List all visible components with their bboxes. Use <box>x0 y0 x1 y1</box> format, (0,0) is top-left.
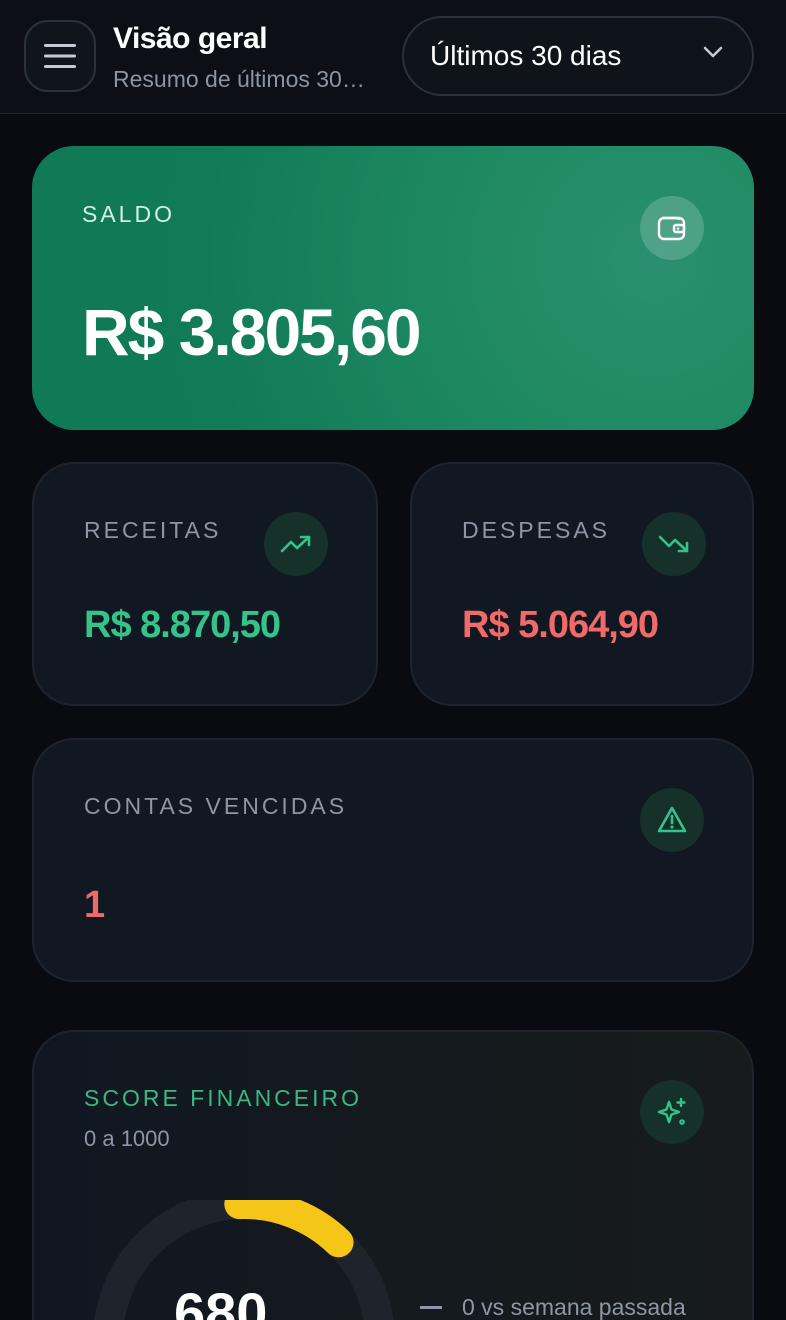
page-title: Visão geral <box>113 22 268 55</box>
neutral-dash-icon <box>420 1306 442 1309</box>
trending-down-icon <box>658 535 689 553</box>
period-select-value: Últimos 30 dias <box>430 40 622 71</box>
overdue-count: 1 <box>84 884 106 926</box>
score-value: 680 <box>174 1281 268 1320</box>
alert-triangle-icon <box>657 806 687 833</box>
wallet-icon <box>657 216 686 241</box>
expenses-card[interactable]: DESPESAS R$ 5.064,90 <box>410 462 754 706</box>
income-label: RECEITAS <box>84 517 222 543</box>
score-range: 0 a 1000 <box>84 1126 170 1151</box>
expenses-value: R$ 5.064,90 <box>462 604 659 646</box>
top-header: Visão geral Resumo de últimos 30… Último… <box>0 0 786 114</box>
expenses-label: DESPESAS <box>462 517 610 543</box>
score-icon-badge <box>640 1080 704 1144</box>
chevron-down-icon <box>703 46 723 58</box>
trending-up-icon <box>280 535 311 553</box>
overdue-bills-card[interactable]: CONTAS VENCIDAS 1 <box>32 738 754 982</box>
sparkles-icon <box>657 1097 686 1125</box>
menu-icon <box>44 44 76 68</box>
score-gauge-fill <box>224 1200 354 1258</box>
page-subtitle: Resumo de últimos 30… <box>113 66 365 92</box>
financial-score-card[interactable]: SCORE FINANCEIRO 0 a 1000 680 0 vs seman… <box>32 1030 754 1320</box>
overview-page: Visão geral Resumo de últimos 30… Último… <box>0 0 786 1320</box>
score-label: SCORE FINANCEIRO <box>84 1085 363 1111</box>
score-trend-text: 0 vs semana passada <box>462 1294 686 1320</box>
balance-label: SALDO <box>82 201 175 227</box>
overdue-icon-badge <box>640 788 704 852</box>
expenses-icon-badge <box>642 512 706 576</box>
income-card[interactable]: RECEITAS R$ 8.870,50 <box>32 462 378 706</box>
period-select[interactable]: Últimos 30 dias <box>402 16 754 96</box>
balance-value: R$ 3.805,60 <box>82 295 422 369</box>
menu-button[interactable] <box>24 20 96 92</box>
overdue-label: CONTAS VENCIDAS <box>84 793 348 819</box>
balance-icon-badge <box>640 196 704 260</box>
score-trend: 0 vs semana passada <box>420 1294 686 1320</box>
income-icon-badge <box>264 512 328 576</box>
income-value: R$ 8.870,50 <box>84 604 281 646</box>
balance-card[interactable]: SALDO R$ 3.805,60 <box>32 146 754 430</box>
